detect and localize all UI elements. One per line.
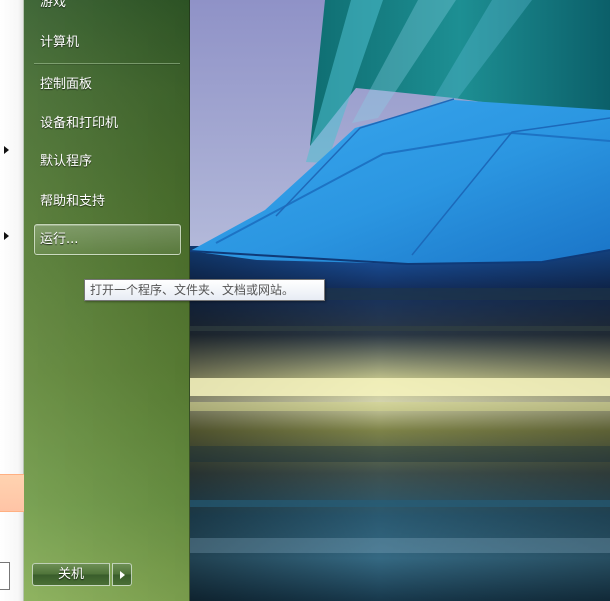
shutdown-arrow-icon[interactable] bbox=[112, 563, 132, 586]
start-menu-left-pane bbox=[0, 0, 24, 601]
menu-separator bbox=[34, 63, 180, 64]
menu-item-games[interactable]: 游戏 bbox=[40, 0, 66, 14]
menu-item-default-programs[interactable]: 默认程序 bbox=[40, 151, 92, 173]
run-tooltip: 打开一个程序、文件夹、文档或网站。 bbox=[84, 279, 325, 301]
menu-item-computer[interactable]: 计算机 bbox=[40, 32, 79, 54]
search-box-edge[interactable] bbox=[0, 562, 10, 590]
arrow-right-icon[interactable] bbox=[4, 232, 9, 240]
menu-item-help-support[interactable]: 帮助和支持 bbox=[40, 191, 105, 213]
menu-item-devices-printers[interactable]: 设备和打印机 bbox=[40, 113, 118, 135]
run-label: 运行... bbox=[40, 232, 79, 247]
shutdown-control: 关机 bbox=[32, 563, 132, 586]
arrow-right-icon[interactable] bbox=[4, 146, 9, 154]
desktop-screen: 游戏 计算机 控制面板 设备和打印机 默认程序 帮助和支持 运行... 关机 打… bbox=[0, 0, 610, 601]
menu-item-run[interactable]: 运行... bbox=[34, 224, 181, 255]
shutdown-button[interactable]: 关机 bbox=[32, 563, 110, 586]
menu-item-control-panel[interactable]: 控制面板 bbox=[40, 74, 92, 96]
highlighted-program-strip[interactable] bbox=[0, 474, 24, 512]
